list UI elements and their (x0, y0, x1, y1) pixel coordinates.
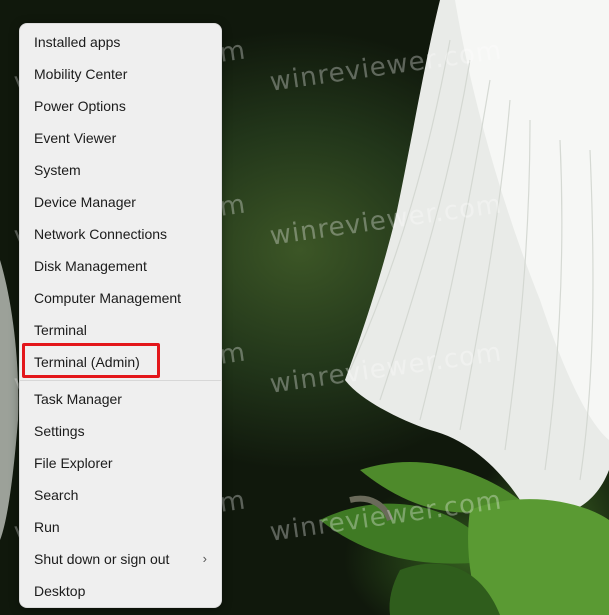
menu-item-computer-management[interactable]: Computer Management (20, 282, 221, 314)
menu-item-terminal-admin[interactable]: Terminal (Admin) (20, 346, 221, 378)
menu-item-disk-management[interactable]: Disk Management (20, 250, 221, 282)
menu-item-network-connections[interactable]: Network Connections (20, 218, 221, 250)
menu-item-shut-down-or-sign-out[interactable]: Shut down or sign out › (20, 543, 221, 575)
menu-item-run[interactable]: Run (20, 511, 221, 543)
menu-item-task-manager[interactable]: Task Manager (20, 383, 221, 415)
menu-item-event-viewer[interactable]: Event Viewer (20, 122, 221, 154)
menu-item-settings[interactable]: Settings (20, 415, 221, 447)
menu-item-system[interactable]: System (20, 154, 221, 186)
menu-item-mobility-center[interactable]: Mobility Center (20, 58, 221, 90)
menu-item-file-explorer[interactable]: File Explorer (20, 447, 221, 479)
menu-item-installed-apps[interactable]: Installed apps (20, 26, 221, 58)
menu-item-device-manager[interactable]: Device Manager (20, 186, 221, 218)
menu-divider (20, 380, 221, 381)
menu-item-label: Shut down or sign out (34, 551, 170, 567)
chevron-right-icon: › (202, 551, 207, 566)
menu-item-terminal[interactable]: Terminal (20, 314, 221, 346)
winx-context-menu: Installed apps Mobility Center Power Opt… (19, 23, 222, 608)
menu-item-power-options[interactable]: Power Options (20, 90, 221, 122)
menu-item-desktop[interactable]: Desktop (20, 575, 221, 607)
menu-item-search[interactable]: Search (20, 479, 221, 511)
